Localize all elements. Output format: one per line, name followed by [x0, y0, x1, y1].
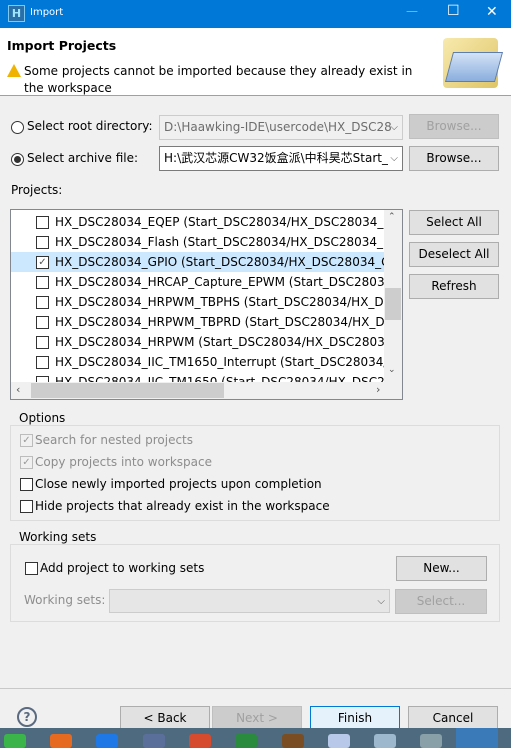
archive-file-radio[interactable]: [11, 153, 24, 166]
wechat-icon[interactable]: [4, 734, 26, 748]
scroll-down-icon[interactable]: ⌄: [388, 365, 396, 375]
project-name: HX_DSC28034_IIC_TM1650_Interrupt (Start_…: [55, 355, 384, 369]
hscroll-thumb[interactable]: [31, 383, 224, 398]
projects-label: Projects:: [11, 183, 63, 197]
add-to-working-sets-checkbox[interactable]: [25, 562, 38, 575]
browse-archive-button[interactable]: Browse...: [409, 146, 499, 171]
project-row[interactable]: HX_DSC28034_IIC_TM1650_Interrupt (Start_…: [11, 352, 384, 372]
window-title: Import: [30, 7, 64, 18]
minimize-button[interactable]: —: [406, 4, 418, 18]
option-checkbox[interactable]: [20, 478, 33, 491]
chevron-down-icon: ⌵: [377, 596, 385, 607]
root-directory-radio[interactable]: [11, 121, 24, 134]
project-row[interactable]: HX_DSC28034_Flash (Start_DSC28034/HX_DSC…: [11, 232, 384, 252]
working-sets-combo[interactable]: ⌵: [109, 589, 390, 613]
project-name: HX_DSC28034_GPIO (Start_DSC28034/HX_DSC2…: [55, 255, 384, 269]
project-row[interactable]: HX_DSC28034_HRPWM_TBPRD (Start_DSC28034/…: [11, 312, 384, 332]
firefox-icon[interactable]: [50, 734, 72, 748]
select-working-sets-button[interactable]: Select...: [395, 589, 487, 614]
project-checkbox[interactable]: [36, 336, 49, 349]
chart-app-icon[interactable]: [328, 734, 350, 748]
app-w-icon[interactable]: [235, 734, 257, 748]
haawking-ide-icon[interactable]: [456, 728, 498, 748]
close-button[interactable]: ✕: [486, 4, 498, 20]
root-directory-value: D:\Haawking-IDE\usercode\HX_DSC28: [164, 120, 392, 134]
vertical-scrollbar[interactable]: ⌃ ⌄: [384, 210, 402, 382]
horizontal-scrollbar[interactable]: ‹ ›: [11, 382, 402, 399]
notes-icon[interactable]: [374, 734, 396, 748]
new-working-set-button[interactable]: New...: [396, 556, 487, 581]
project-checkbox[interactable]: [36, 296, 49, 309]
editor-icon[interactable]: [189, 734, 211, 748]
warning-icon: [7, 64, 21, 77]
add-to-working-sets-label: Add project to working sets: [40, 561, 205, 575]
archive-file-value: H:\武汉芯源CW32饭盒派\中科昊芯Start_: [164, 151, 388, 165]
options-title: Options: [19, 411, 66, 425]
media-icon[interactable]: [143, 734, 165, 748]
scroll-up-icon[interactable]: ⌃: [388, 212, 396, 222]
deselect-all-button[interactable]: Deselect All: [409, 242, 499, 267]
project-checkbox[interactable]: [36, 356, 49, 369]
app-icon: H: [8, 5, 25, 22]
project-name: HX_DSC28034_HRPWM_TBPHS (Start_DSC28034/…: [55, 295, 384, 309]
project-name: HX_DSC28034_HRPWM_TBPRD (Start_DSC28034/…: [55, 315, 384, 329]
footer-separator: [0, 688, 511, 689]
chevron-down-icon: ⌵: [390, 122, 398, 133]
project-name: HX_DSC28034_Flash (Start_DSC28034/HX_DSC…: [55, 235, 384, 249]
warning-message: Some projects cannot be imported because…: [24, 64, 413, 95]
book-icon[interactable]: [282, 734, 304, 748]
project-checkbox[interactable]: [36, 316, 49, 329]
project-name: HX_DSC28034_HRCAP_Capture_EPWM (Start_DS…: [55, 275, 384, 289]
option-label: Close newly imported projects upon compl…: [35, 477, 322, 491]
project-row[interactable]: HX_DSC28034_HRCAP_Capture_EPWM (Start_DS…: [11, 272, 384, 292]
option-label: Copy projects into workspace: [35, 455, 213, 469]
project-checkbox[interactable]: [36, 236, 49, 249]
title-bar: H Import — ☐ ✕: [0, 0, 511, 28]
option-label: Hide projects that already exist in the …: [35, 499, 330, 513]
help-icon[interactable]: ?: [17, 707, 37, 727]
archive-file-combo[interactable]: H:\武汉芯源CW32饭盒派\中科昊芯Start_ ⌵: [159, 146, 403, 171]
projects-list[interactable]: HX_DSC28034_IIC_TM1650 (Start_DSC28034/H…: [10, 209, 403, 400]
maximize-button[interactable]: ☐: [447, 3, 460, 19]
browser-icon[interactable]: [96, 734, 118, 748]
option-checkbox[interactable]: ✓: [20, 456, 33, 469]
option-checkbox[interactable]: ✓: [20, 434, 33, 447]
select-all-button[interactable]: Select All: [409, 210, 499, 235]
root-directory-label: Select root directory:: [27, 119, 153, 133]
page-title: Import Projects: [7, 38, 117, 53]
archive-file-label: Select archive file:: [27, 151, 139, 165]
project-name: HX_DSC28034_HRPWM (Start_DSC28034/HX_DSC…: [55, 335, 384, 349]
project-row[interactable]: ✓ HX_DSC28034_GPIO (Start_DSC28034/HX_DSC…: [11, 252, 384, 272]
chevron-down-icon: ⌵: [388, 147, 398, 170]
root-directory-combo[interactable]: D:\Haawking-IDE\usercode\HX_DSC28 ⌵: [159, 115, 403, 140]
project-checkbox[interactable]: [36, 276, 49, 289]
project-row[interactable]: HX_DSC28034_EQEP (Start_DSC28034/HX_DSC2…: [11, 212, 384, 232]
working-sets-label: Working sets:: [24, 593, 106, 607]
project-checkbox[interactable]: [36, 216, 49, 229]
scroll-right-icon[interactable]: ›: [376, 383, 380, 396]
browse-root-button[interactable]: Browse...: [409, 114, 499, 139]
option-label: Search for nested projects: [35, 433, 194, 447]
refresh-button[interactable]: Refresh: [409, 274, 499, 299]
project-row[interactable]: HX_DSC28034_HRPWM_TBPHS (Start_DSC28034/…: [11, 292, 384, 312]
wizard-header: Import Projects Some projects cannot be …: [0, 28, 511, 96]
player-icon[interactable]: [420, 734, 442, 748]
project-name: HX_DSC28034_EQEP (Start_DSC28034/HX_DSC2…: [55, 215, 384, 229]
project-row[interactable]: HX_DSC28034_HRPWM (Start_DSC28034/HX_DSC…: [11, 332, 384, 352]
scroll-thumb[interactable]: [385, 288, 401, 320]
option-checkbox[interactable]: [20, 500, 33, 513]
folder-icon: [443, 38, 504, 88]
project-checkbox[interactable]: ✓: [36, 256, 49, 269]
working-sets-title: Working sets: [19, 530, 97, 544]
scroll-left-icon[interactable]: ‹: [16, 383, 20, 396]
